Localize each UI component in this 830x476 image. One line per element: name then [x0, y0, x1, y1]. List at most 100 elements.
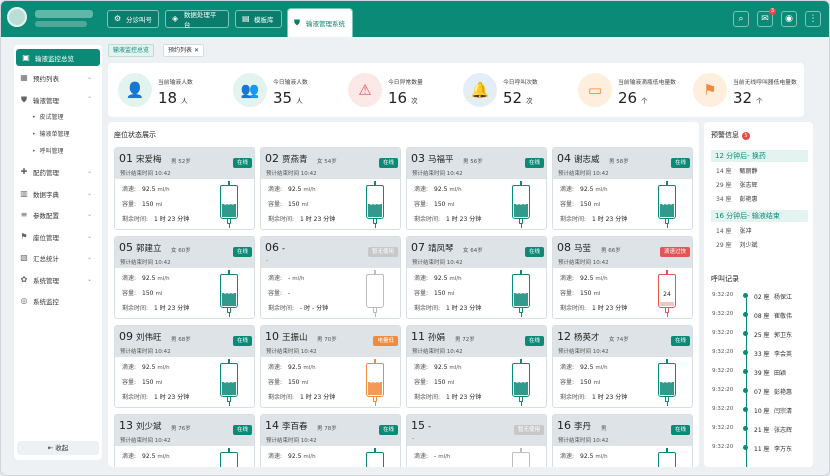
- seat-card[interactable]: 01 宋爱梅男 52岁 在线 预计结束时间 10:42 滴速: 92.5 ml/h 容量: 15…: [114, 147, 255, 230]
- sidebar-item-params[interactable]: ≡ 参数配置 ⌄: [14, 206, 102, 223]
- patient-sex-age: 男 72岁: [455, 337, 475, 343]
- sidebar-item-dictionary[interactable]: ▥ 数据字典 ⌄: [14, 185, 102, 202]
- seat-card[interactable]: 11 孙娟男 72岁 在线 预计结束时间 10:42 滴速: 92.5 ml/h 容量: 150…: [406, 325, 547, 408]
- sidebar-subitem-skin-test[interactable]: 皮试管理: [32, 112, 64, 121]
- call-record[interactable]: 9:32:20 39 座田颖: [712, 368, 786, 377]
- seat-card[interactable]: 03 马福平男 56岁 在线 预计结束时间 10:42 滴速: 92.5 ml/h 容量: 15…: [406, 147, 547, 230]
- bag-top: [228, 181, 230, 186]
- sidebar-item-statistics[interactable]: ▧ 汇总统计 ⌄: [14, 249, 102, 266]
- speed-row: 滴速: 92.5 ml/h: [560, 186, 608, 193]
- sidebar-item-system[interactable]: ✿ 系统管理 ⌄: [14, 271, 102, 288]
- more-icon[interactable]: ⋮: [805, 11, 821, 27]
- nav-template-library[interactable]: ▤ 模板库: [235, 10, 282, 28]
- warning-time: 12 分钟后: [715, 152, 748, 160]
- call-record[interactable]: 9:32:20 08 座崔敬伟: [712, 311, 792, 320]
- nav-data-platform[interactable]: ◈ 数据处理平台: [165, 10, 229, 29]
- sidebar-subitem-calls[interactable]: 呼叫管理: [32, 146, 64, 155]
- sidebar-subitem-infusion-orders[interactable]: 输液单管理: [32, 129, 70, 138]
- end-time: 预计结束时间 10:42: [120, 171, 171, 177]
- volume-row: 容量:150ml: [414, 379, 455, 386]
- seat-number: 04 谢志威: [557, 152, 600, 165]
- volume-row: 容量:150ml: [414, 290, 455, 297]
- call-record[interactable]: 9:32:20 07 座彭艳惠: [712, 387, 792, 396]
- nav-triage[interactable]: ⚙ 分诊叫号: [107, 10, 159, 28]
- seat-card[interactable]: 15-暂无使用-滴速:-ml/h容量:-剩余时间:- 时 - 分钟: [406, 414, 547, 467]
- tab-monitor[interactable]: 输液监控总览: [108, 44, 155, 57]
- remain-row: 剩余时间: 1 时 23 分钟: [560, 394, 628, 401]
- mail-icon[interactable]: ✉ 3: [757, 8, 776, 27]
- warning-group-header[interactable]: 16 分钟后- 输液结束: [711, 210, 808, 222]
- seat-card[interactable]: 08 马莹男 66岁 滴速过快 预计结束时间 10:42 滴速: 92.5 ml/h 容量: 1…: [552, 236, 693, 319]
- nav-infusion-system[interactable]: ⛊ 输液管理系统: [287, 8, 353, 37]
- call-record[interactable]: 9:32:20 10 座闫宗清: [712, 406, 792, 415]
- warning-item[interactable]: 29 座张志辉: [716, 180, 758, 189]
- warning-patient: 张冲: [739, 228, 752, 235]
- sidebar-item-appointments[interactable]: ▦ 预约列表 ⌄: [14, 69, 102, 86]
- collapse-button[interactable]: ⇤ 收起: [17, 441, 99, 455]
- seat-card[interactable]: 12 杨英才女 74岁 在线 预计结束时间 10:42 滴速: 92.5 ml/h 容量: 15…: [552, 325, 693, 408]
- seat-card[interactable]: 09 刘伟旺男 68岁 在线 预计结束时间 10:42 滴速: 92.5 ml/h 容量: 15…: [114, 325, 255, 408]
- seat-card[interactable]: 07 靖凤琴女 64岁 在线 预计结束时间 10:42 滴速: 92.5 ml/h 容量: 15…: [406, 236, 547, 319]
- call-record[interactable]: 9:32:20 02 座杨保江: [712, 292, 792, 301]
- seat-card[interactable]: 06- 暂无使用 - 滴速: - ml/h 容量: - 剩余时间: - 时 - 分钟: [260, 236, 401, 319]
- infusion-bag-icon: [512, 448, 530, 467]
- status-badge: 电量低: [373, 336, 398, 346]
- speed-value: 92.5: [580, 453, 594, 460]
- chevron-down-icon: ⌄: [86, 211, 92, 218]
- stat-card: ⚠ 今日异常数量 16 次: [344, 71, 456, 111]
- sidebar-item-system-monitor[interactable]: ◎ 系统监控: [14, 292, 102, 309]
- seat-number: 08 马莹: [557, 241, 592, 254]
- speed-value: 92.5: [288, 453, 302, 460]
- status-badge: 在线: [670, 425, 690, 435]
- tab-appointments[interactable]: 预约列表 ✕: [163, 44, 204, 57]
- sidebar-item-dispensing[interactable]: ✚ 配药管理 ⌄: [14, 163, 102, 180]
- seat-card[interactable]: 02 贾燕青女 54岁 在线 预计结束时间 10:42 滴速: 92.5 ml/h 容量: 15…: [260, 147, 401, 230]
- bag-top: [374, 448, 376, 453]
- seat-card[interactable]: 14李百春男 78岁 在线预计结束时间 10:42 滴速:92.5ml/h 容量:15…: [260, 414, 401, 467]
- end-time: 预计结束时间 10:42: [120, 349, 171, 355]
- seat-card[interactable]: 05 郭建立女 60岁 在线 预计结束时间 10:42 滴速: 92.5 ml/h 容量: 15…: [114, 236, 255, 319]
- seat-card[interactable]: 16李丹男 在线预计结束时间 10:42滴速:92.5ml/h容量:150ml剩…: [552, 414, 693, 467]
- call-record[interactable]: 9:32:20 11 座李万东: [712, 444, 792, 453]
- speed-unit: ml/h: [303, 187, 316, 193]
- bag-volume: 150: [369, 200, 381, 207]
- warning-group-header[interactable]: 12 分钟后- 换药: [711, 150, 808, 162]
- end-time: -: [266, 258, 268, 264]
- seat-card[interactable]: 04 谢志威男 58岁 在线 预计结束时间 10:42 滴速: 92.5 ml/h 容量: 15…: [552, 147, 693, 230]
- search-icon[interactable]: ⌕: [733, 11, 749, 27]
- sidebar-item-seats[interactable]: ⚑ 座位管理 ⌄: [14, 228, 102, 245]
- chevron-down-icon: ⌄: [86, 276, 92, 283]
- stat-label: 当前无线呼叫器低电量数: [733, 80, 797, 86]
- speed-value: 92.5: [288, 364, 302, 371]
- end-time: 预计结束时间 10:42: [266, 438, 317, 444]
- speed-row: 滴速: 92.5 ml/h: [122, 186, 170, 193]
- stat-unit: 次: [526, 97, 533, 105]
- call-record[interactable]: 9:32:20 21 座张志辉: [712, 425, 792, 434]
- call-patient: 杨保江: [774, 294, 793, 301]
- call-record[interactable]: 9:32:20 25 座郭卫东: [712, 330, 792, 339]
- user-icon[interactable]: ◉: [781, 11, 797, 27]
- warning-item[interactable]: 14 座张冲: [716, 226, 752, 235]
- sidebar-item-monitor[interactable]: ▣ 输液监控总览: [16, 49, 100, 66]
- remain-row: 剩余时间: 1 时 23 分钟: [268, 216, 336, 223]
- warning-item[interactable]: 34 座彭艳惠: [716, 194, 758, 203]
- close-icon[interactable]: ✕: [194, 47, 199, 54]
- infusion-bag-icon: 150: [220, 448, 238, 467]
- seat-card[interactable]: 10 王振山男 70岁 电量低 预计结束时间 10:42 滴速: 92.5 ml/h 容量: 1…: [260, 325, 401, 408]
- remain-value: 1 时 23 分钟: [446, 305, 482, 312]
- volume-value: -: [288, 290, 291, 297]
- sidebar-item-infusion[interactable]: ⛊ 输液管理 ⌃: [14, 91, 102, 108]
- warning-item[interactable]: 29 座刘少斌: [716, 240, 758, 249]
- timeline-dot: [743, 445, 748, 450]
- call-records-title: 呼叫记录: [711, 275, 739, 283]
- warning-item[interactable]: 14 座甄丽静: [716, 166, 758, 175]
- seat-card[interactable]: 13刘少斌男 76岁 在线预计结束时间 10:42 滴速:92.5ml/h 容量:15…: [114, 414, 255, 467]
- call-record[interactable]: 9:32:20 33 座李会英: [712, 349, 792, 358]
- stat-card: 👤 当前输液人数 18 人: [114, 71, 226, 111]
- status-badge: 在线: [524, 158, 544, 168]
- warning-event: - 输液结束: [747, 212, 780, 220]
- remain-value: 1 时 23 分钟: [300, 394, 336, 401]
- remain-row: 剩余时间: 1 时 23 分钟: [122, 305, 190, 312]
- patient-name: 郭建立: [136, 244, 162, 254]
- patient-name: 马福平: [428, 155, 454, 165]
